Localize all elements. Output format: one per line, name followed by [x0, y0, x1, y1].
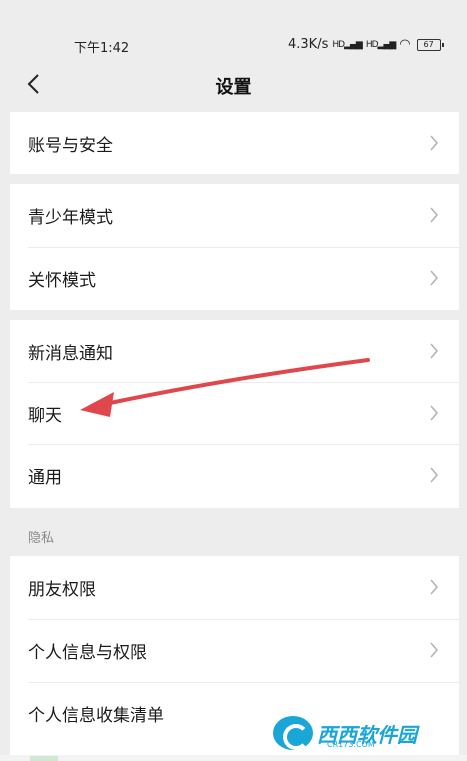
- annotation-arrow-icon: [80, 358, 370, 417]
- watermark-subtext: CR173.COM: [327, 740, 375, 749]
- settings-screen: 下午1:42 4.3K/s HD▂▄▆ HD▂▄▆ ◠ 67 设置 账号与安全 …: [0, 0, 467, 761]
- watermark-logo-icon: [273, 716, 313, 750]
- bottom-strip: [0, 755, 467, 761]
- bottom-accent: [30, 756, 58, 761]
